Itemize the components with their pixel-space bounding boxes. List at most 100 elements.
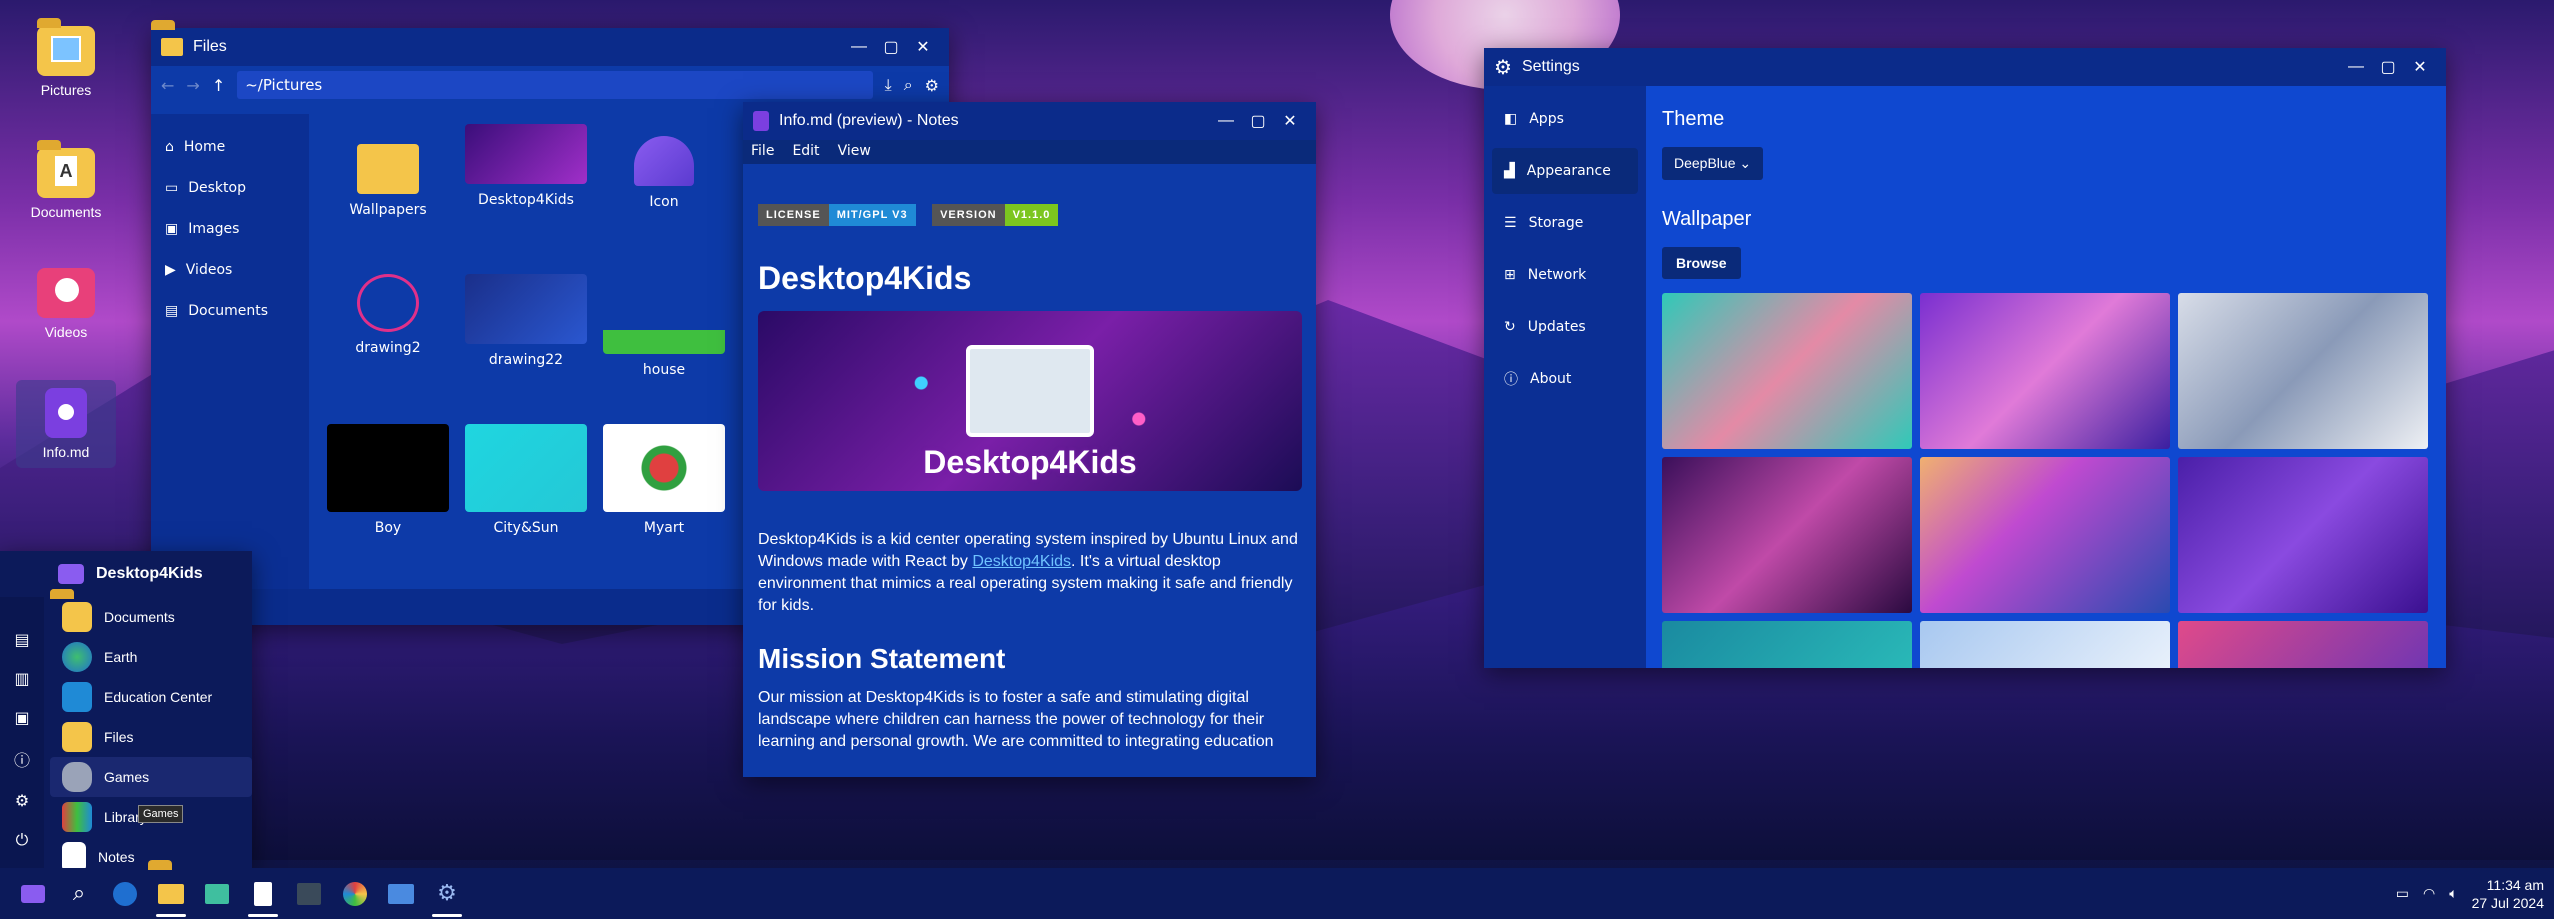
sidebar-item-about[interactable]: ⓘ About [1492, 356, 1638, 402]
wallpaper-thumbnail[interactable] [1662, 293, 1912, 449]
file-item-house[interactable]: house [599, 274, 729, 378]
wallpaper-thumbnail[interactable] [1662, 621, 1912, 668]
desktop-icon-documents[interactable]: A Documents [16, 140, 116, 220]
minimize-button[interactable]: — [2340, 58, 2372, 76]
sidebar-item-updates[interactable]: ↻ Updates [1492, 304, 1638, 350]
sidebar-item-network[interactable]: ⊞ Network [1492, 252, 1638, 298]
notes-window[interactable]: Info.md (preview) - Notes — ▢ ✕ File Edi… [743, 102, 1316, 777]
palette-icon [343, 881, 367, 906]
start-button[interactable] [10, 868, 56, 919]
up-arrow-icon[interactable]: ↑ [212, 76, 225, 95]
sidebar-item-appearance[interactable]: ▟ Appearance [1492, 148, 1638, 194]
gear-icon[interactable]: ⚙ [15, 791, 29, 810]
image-icon[interactable]: ▣ [14, 708, 29, 727]
file-item-icon[interactable]: Icon [599, 124, 729, 210]
battery-icon[interactable]: ▭ [2396, 885, 2409, 902]
notes-titlebar[interactable]: Info.md (preview) - Notes — ▢ ✕ [743, 102, 1316, 140]
sidebar-item-images[interactable]: ▣ Images [165, 208, 295, 249]
settings-window[interactable]: ⚙ Settings — ▢ ✕ ◧ Apps ▟ Appearance ☰ Stor… [1484, 48, 2446, 668]
sidebar-item-videos[interactable]: ▶ Videos [165, 249, 295, 290]
sidebar-item-apps[interactable]: ◧ Apps [1492, 96, 1638, 142]
start-item-earth[interactable]: Earth [50, 637, 252, 677]
file-item-myart[interactable]: Myart [599, 424, 729, 536]
wallpaper-thumbnail[interactable] [2178, 457, 2428, 613]
intro-link[interactable]: Desktop4Kids [972, 553, 1071, 570]
wallpaper-thumbnail[interactable] [1920, 621, 2170, 668]
menu-view[interactable]: View [838, 143, 871, 161]
file-item-boy[interactable]: Boy [323, 424, 453, 536]
file-item-drawing2[interactable]: drawing2 [323, 274, 453, 356]
path-input[interactable]: ~/Pictures [237, 71, 873, 99]
taskbar-app-files[interactable] [148, 868, 194, 919]
sidebar-item-home[interactable]: ⌂ Home [165, 126, 295, 167]
wallpaper-thumbnail[interactable] [2178, 293, 2428, 449]
wallpaper-thumbnail[interactable] [1920, 293, 2170, 449]
files-titlebar[interactable]: Files — ▢ ✕ [151, 28, 949, 66]
desktop-icon-label: Documents [30, 204, 102, 220]
start-menu[interactable]: Desktop4Kids ▤ ▥ ▣ ⓘ ⚙ ⏻ Documents Earth… [0, 551, 252, 872]
desktop-icon-info-md[interactable]: Info.md [16, 380, 116, 468]
volume-icon[interactable]: 🔈︎ [2449, 885, 2457, 902]
forward-icon[interactable]: → [186, 76, 199, 95]
file-item-desktop4kids[interactable]: Desktop4Kids [461, 124, 591, 208]
taskbar-app-browser[interactable] [102, 868, 148, 919]
power-icon[interactable]: ⏻ [16, 830, 29, 850]
search-button[interactable]: ⌕ [56, 868, 102, 919]
wallpaper-heading: Wallpaper [1662, 208, 1752, 230]
start-item-label: Documents [104, 609, 175, 625]
taskbar-app-paint[interactable] [332, 868, 378, 919]
sidebar-label: Apps [1529, 111, 1564, 127]
desktop-icon-pictures[interactable]: Pictures [16, 18, 116, 98]
education-icon [62, 682, 92, 712]
taskbar-app-explorer[interactable] [378, 868, 424, 919]
settings-titlebar[interactable]: ⚙ Settings — ▢ ✕ [1484, 48, 2446, 86]
taskbar-app-notes[interactable] [240, 868, 286, 919]
start-item-files[interactable]: Files [50, 717, 252, 757]
sidebar-item-documents[interactable]: ▤ Documents [165, 290, 295, 331]
file-label: City&Sun [493, 520, 559, 536]
sidebar-item-storage[interactable]: ☰ Storage [1492, 200, 1638, 246]
wifi-icon[interactable]: ◠ [2423, 885, 2435, 902]
close-button[interactable]: ✕ [2404, 57, 2436, 77]
taskbar-app-terminal[interactable] [286, 868, 332, 919]
back-icon[interactable]: ← [161, 76, 174, 95]
taskbar-app-images[interactable] [194, 868, 240, 919]
search-icon[interactable]: ⌕ [904, 75, 913, 95]
minimize-button[interactable]: — [1210, 112, 1242, 130]
wallpaper-grid [1662, 293, 2430, 668]
sidebar-label: Appearance [1526, 163, 1611, 179]
close-button[interactable]: ✕ [1274, 111, 1306, 131]
theme-select[interactable]: DeepBlue ⌄ [1662, 147, 1764, 180]
clock[interactable]: 11:34 am 27 Jul 2024 [2472, 876, 2544, 912]
menu-edit[interactable]: Edit [792, 143, 819, 161]
folder-icon [62, 602, 92, 632]
document-icon[interactable]: ▤ [14, 630, 29, 649]
desktop-icon-videos[interactable]: Videos [16, 268, 116, 340]
sidebar-label: Images [188, 220, 240, 237]
download-icon[interactable]: ⤓ [885, 75, 892, 95]
version-badge: VERSION V1.1.0 [932, 204, 1059, 226]
start-item-documents[interactable]: Documents [50, 597, 252, 637]
wallpaper-thumbnail[interactable] [2178, 621, 2428, 668]
menu-file[interactable]: File [751, 143, 774, 161]
gear-icon[interactable]: ⚙ [925, 76, 939, 95]
minimize-button[interactable]: — [843, 38, 875, 56]
start-item-games[interactable]: Games [50, 757, 252, 797]
maximize-button[interactable]: ▢ [875, 37, 907, 57]
file-icon[interactable]: ▥ [14, 669, 29, 688]
wallpaper-thumbnail[interactable] [1662, 457, 1912, 613]
browse-button[interactable]: Browse [1662, 247, 1741, 279]
image-icon: ▣ [165, 220, 179, 237]
start-item-education-center[interactable]: Education Center [50, 677, 252, 717]
info-icon[interactable]: ⓘ [14, 747, 30, 771]
maximize-button[interactable]: ▢ [1242, 111, 1274, 131]
file-item-wallpapers[interactable]: Wallpapers [323, 124, 453, 218]
maximize-button[interactable]: ▢ [2372, 57, 2404, 77]
file-item-drawing22[interactable]: drawing22 [461, 274, 591, 368]
gamepad-icon [62, 762, 92, 792]
file-item-city-sun[interactable]: City&Sun [461, 424, 591, 536]
sidebar-item-desktop[interactable]: ▭ Desktop [165, 167, 295, 208]
wallpaper-thumbnail[interactable] [1920, 457, 2170, 613]
close-button[interactable]: ✕ [907, 37, 939, 57]
taskbar-app-settings[interactable]: ⚙ [424, 868, 470, 919]
